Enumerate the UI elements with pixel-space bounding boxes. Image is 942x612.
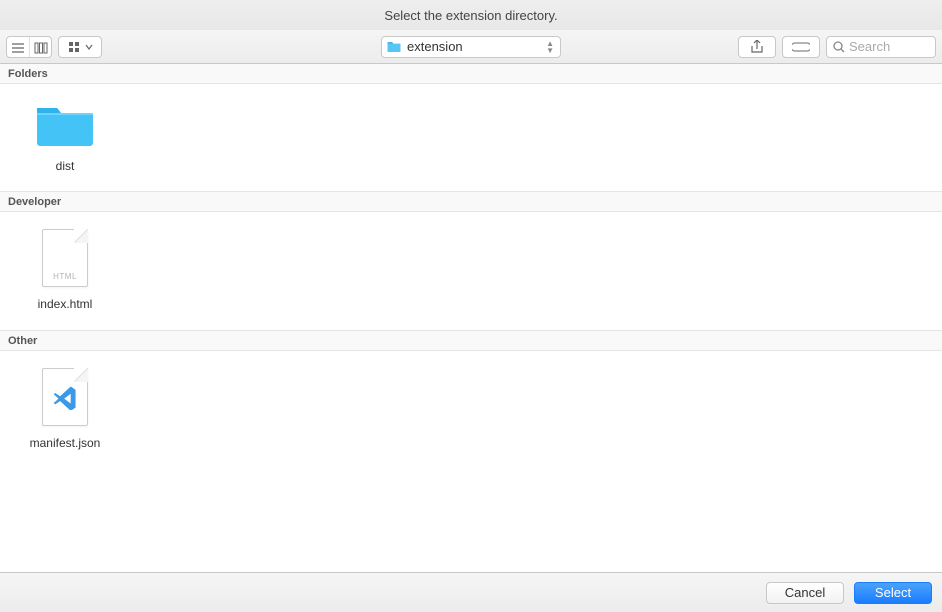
file-browser: Folders dist Developer HTML index.html O… xyxy=(0,64,942,572)
file-label: manifest.json xyxy=(30,436,101,450)
file-type-tag: HTML xyxy=(43,272,87,281)
view-mode-group xyxy=(6,36,52,58)
folder-popup-label: extension xyxy=(407,39,546,54)
json-file-icon xyxy=(33,366,97,428)
section-header-folders: Folders xyxy=(0,64,942,84)
view-columns-button[interactable] xyxy=(29,37,51,58)
file-label: index.html xyxy=(38,297,93,311)
section-body-folders: dist xyxy=(0,84,942,191)
cancel-button-label: Cancel xyxy=(785,585,825,600)
folder-popup[interactable]: extension ▲▼ xyxy=(381,36,561,58)
select-button-label: Select xyxy=(875,585,911,600)
search-icon xyxy=(833,41,845,53)
html-file-icon: HTML xyxy=(33,227,97,289)
cancel-button[interactable]: Cancel xyxy=(766,582,844,604)
folder-icon xyxy=(33,99,97,151)
section-body-other: manifest.json xyxy=(0,351,942,468)
window-title-text: Select the extension directory. xyxy=(384,8,557,23)
folder-icon xyxy=(386,40,402,53)
toolbar: extension ▲▼ xyxy=(0,30,942,64)
file-item[interactable]: HTML index.html xyxy=(20,227,110,311)
footer: Cancel Select xyxy=(0,572,942,612)
search-input[interactable] xyxy=(849,39,919,54)
chevron-updown-icon: ▲▼ xyxy=(546,40,554,54)
section-header-other: Other xyxy=(0,330,942,351)
view-list-button[interactable] xyxy=(7,37,29,58)
vscode-icon xyxy=(52,384,78,410)
tag-button[interactable] xyxy=(782,36,820,58)
toolbar-right xyxy=(738,36,936,58)
group-by-button[interactable] xyxy=(58,36,102,58)
search-field[interactable] xyxy=(826,36,936,58)
section-body-developer: HTML index.html xyxy=(0,212,942,329)
folder-item[interactable]: dist xyxy=(20,99,110,173)
share-button[interactable] xyxy=(738,36,776,58)
window-title: Select the extension directory. xyxy=(0,0,942,30)
tag-icon xyxy=(792,42,810,52)
share-icon xyxy=(751,40,763,54)
section-header-developer: Developer xyxy=(0,191,942,212)
file-item[interactable]: manifest.json xyxy=(20,366,110,450)
file-label: dist xyxy=(56,159,75,173)
select-button[interactable]: Select xyxy=(854,582,932,604)
